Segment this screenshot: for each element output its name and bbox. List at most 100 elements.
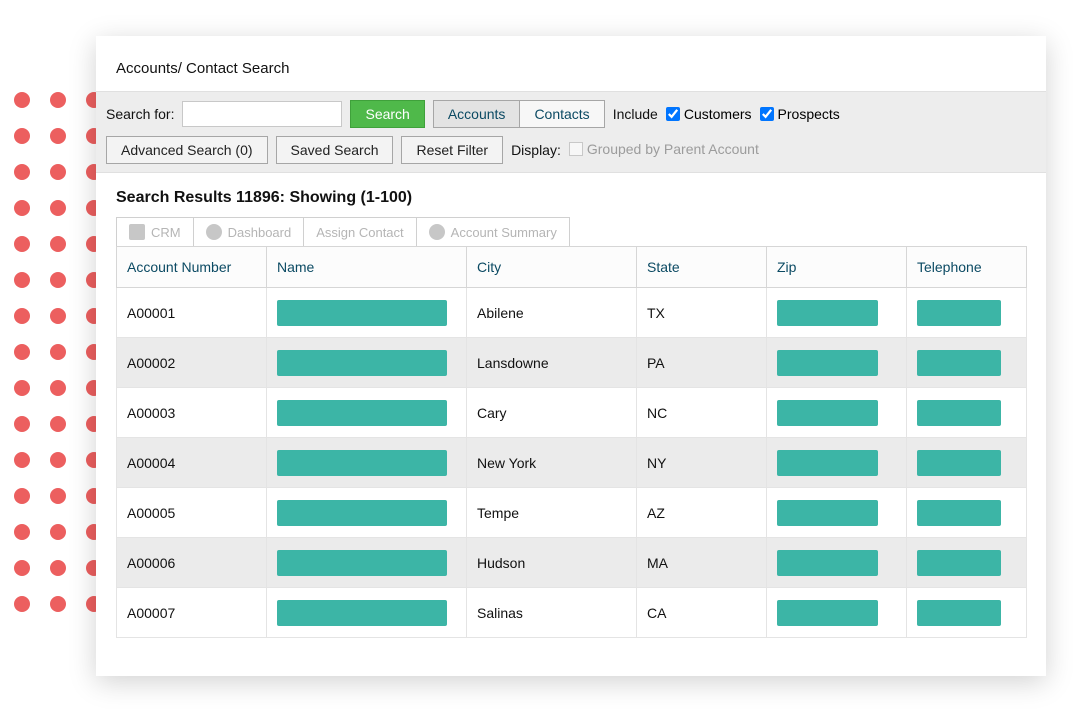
- redacted-block: [277, 450, 447, 476]
- cell-zip: [767, 438, 907, 488]
- cell-zip: [767, 488, 907, 538]
- customers-checkbox[interactable]: [666, 107, 680, 121]
- search-for-label: Search for:: [106, 106, 174, 122]
- cell-city: Hudson: [467, 538, 637, 588]
- cell-zip: [767, 588, 907, 638]
- cell-name: [267, 588, 467, 638]
- cell-telephone: [907, 488, 1027, 538]
- redacted-block: [917, 400, 1001, 426]
- cell-name: [267, 488, 467, 538]
- cell-account-number: A00006: [117, 538, 267, 588]
- gauge-icon: [206, 224, 222, 240]
- col-city[interactable]: City: [467, 247, 637, 288]
- redacted-block: [777, 600, 878, 626]
- page-title: Accounts/ Contact Search: [116, 60, 1026, 77]
- segment-contacts[interactable]: Contacts: [519, 100, 604, 128]
- col-telephone[interactable]: Telephone: [907, 247, 1027, 288]
- cell-account-number: A00003: [117, 388, 267, 438]
- cell-state: NY: [637, 438, 767, 488]
- redacted-block: [917, 350, 1001, 376]
- cell-zip: [767, 538, 907, 588]
- redacted-block: [277, 600, 447, 626]
- redacted-block: [277, 550, 447, 576]
- info-icon: [429, 224, 445, 240]
- results-table: Account Number Name City State Zip Telep…: [116, 246, 1027, 638]
- cell-city: Abilene: [467, 288, 637, 338]
- cell-account-number: A00001: [117, 288, 267, 338]
- crm-button[interactable]: CRM: [117, 218, 194, 246]
- redacted-block: [777, 550, 878, 576]
- redacted-block: [917, 600, 1001, 626]
- redacted-block: [917, 500, 1001, 526]
- cell-state: TX: [637, 288, 767, 338]
- assign-contact-label: Assign Contact: [316, 225, 403, 240]
- table-row[interactable]: A00002 LansdownePA: [117, 338, 1027, 388]
- dashboard-label: Dashboard: [228, 225, 292, 240]
- segment-accounts[interactable]: Accounts: [433, 100, 520, 128]
- customers-checkbox-wrap[interactable]: Customers: [666, 106, 752, 122]
- search-button[interactable]: Search: [350, 100, 424, 128]
- table-row[interactable]: A00001 AbileneTX: [117, 288, 1027, 338]
- grouped-checkbox-disabled: Grouped by Parent Account: [569, 141, 759, 159]
- redacted-block: [777, 500, 878, 526]
- redacted-block: [777, 300, 878, 326]
- display-label: Display:: [511, 142, 561, 158]
- cell-state: AZ: [637, 488, 767, 538]
- redacted-block: [277, 400, 447, 426]
- search-toolbar: Search for: Search Accounts Contacts Inc…: [96, 91, 1046, 173]
- cell-city: Salinas: [467, 588, 637, 638]
- cell-account-number: A00004: [117, 438, 267, 488]
- redacted-block: [777, 350, 878, 376]
- badge-icon: [129, 224, 145, 240]
- cell-state: PA: [637, 338, 767, 388]
- redacted-block: [917, 450, 1001, 476]
- cell-account-number: A00005: [117, 488, 267, 538]
- include-label: Include: [613, 106, 658, 122]
- cell-city: Lansdowne: [467, 338, 637, 388]
- customers-label: Customers: [684, 106, 752, 122]
- col-account-number[interactable]: Account Number: [117, 247, 267, 288]
- table-row[interactable]: A00006 HudsonMA: [117, 538, 1027, 588]
- table-row[interactable]: A00007SalinasCA: [117, 588, 1027, 638]
- table-row[interactable]: A00004 New YorkNY: [117, 438, 1027, 488]
- prospects-label: Prospects: [778, 106, 840, 122]
- cell-telephone: [907, 388, 1027, 438]
- cell-name: [267, 338, 467, 388]
- prospects-checkbox[interactable]: [760, 107, 774, 121]
- col-name[interactable]: Name: [267, 247, 467, 288]
- cell-name: [267, 438, 467, 488]
- cell-state: MA: [637, 538, 767, 588]
- dashboard-button[interactable]: Dashboard: [194, 218, 305, 246]
- saved-search-button[interactable]: Saved Search: [276, 136, 394, 164]
- cell-state: NC: [637, 388, 767, 438]
- results-heading: Search Results 11896: Showing (1-100): [116, 189, 1026, 207]
- redacted-block: [777, 450, 878, 476]
- reset-filter-button[interactable]: Reset Filter: [401, 136, 503, 164]
- cell-state: CA: [637, 588, 767, 638]
- cell-telephone: [907, 538, 1027, 588]
- col-zip[interactable]: Zip: [767, 247, 907, 288]
- cell-city: New York: [467, 438, 637, 488]
- search-input[interactable]: [182, 101, 342, 127]
- crm-label: CRM: [151, 225, 181, 240]
- entity-type-segment: Accounts Contacts: [433, 100, 605, 128]
- cell-account-number: A00002: [117, 338, 267, 388]
- redacted-block: [917, 550, 1001, 576]
- cell-name: [267, 538, 467, 588]
- account-summary-button[interactable]: Account Summary: [417, 218, 569, 246]
- col-state[interactable]: State: [637, 247, 767, 288]
- assign-contact-button[interactable]: Assign Contact: [304, 218, 416, 246]
- advanced-search-button[interactable]: Advanced Search (0): [106, 136, 268, 164]
- table-row[interactable]: A00005TempeAZ: [117, 488, 1027, 538]
- results-action-toolbar: CRM Dashboard Assign Contact Account Sum…: [116, 217, 570, 246]
- cell-name: [267, 288, 467, 338]
- cell-city: Cary: [467, 388, 637, 438]
- redacted-block: [917, 300, 1001, 326]
- cell-name: [267, 388, 467, 438]
- redacted-block: [277, 500, 447, 526]
- table-row[interactable]: A00003 CaryNC: [117, 388, 1027, 438]
- cell-zip: [767, 388, 907, 438]
- prospects-checkbox-wrap[interactable]: Prospects: [760, 106, 840, 122]
- redacted-block: [777, 400, 878, 426]
- account-summary-label: Account Summary: [451, 225, 557, 240]
